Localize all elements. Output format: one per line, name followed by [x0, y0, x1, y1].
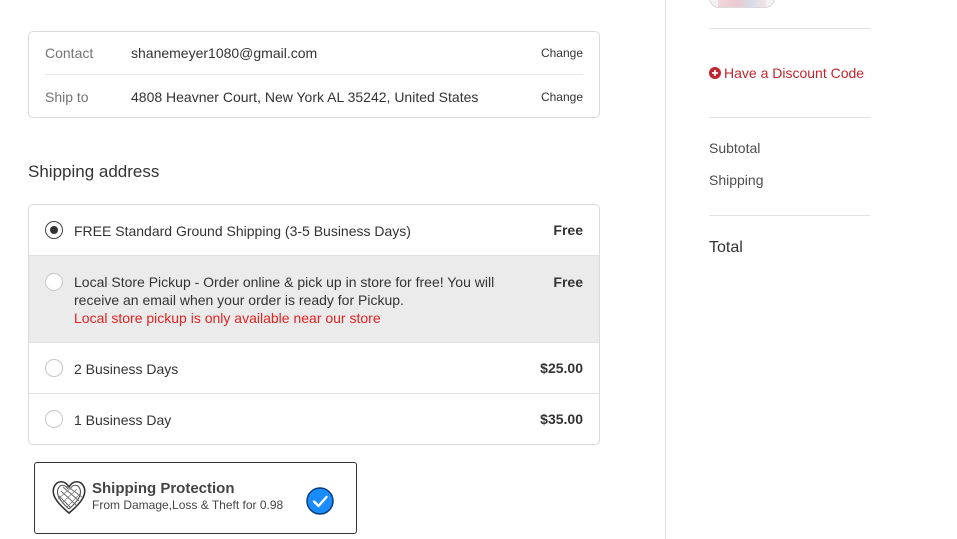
contact-label: Contact: [45, 45, 94, 61]
shipping-option-price: $25.00: [540, 360, 583, 376]
heart-shield-icon: [52, 480, 86, 515]
order-summary-sidebar: Have a Discount Code Subtotal Shipping T…: [667, 0, 957, 539]
radio[interactable]: [45, 273, 63, 291]
shipto-value: 4808 Heavner Court, New York AL 35242, U…: [131, 88, 479, 105]
review-block: Contact shanemeyer1080@gmail.com Change …: [28, 31, 600, 118]
protection-subtitle: From Damage,Loss & Theft for 0.98: [92, 498, 284, 512]
contact-row: Contact shanemeyer1080@gmail.com Change: [45, 32, 583, 75]
checkout-main: Contact shanemeyer1080@gmail.com Change …: [0, 0, 666, 539]
protection-title: Shipping Protection: [92, 480, 235, 497]
shipping-option-price: Free: [553, 222, 583, 238]
shipping-option-label: 2 Business Days: [74, 361, 179, 377]
shipping-protection-card[interactable]: Shipping Protection From Damage,Loss & T…: [34, 462, 357, 534]
radio[interactable]: [45, 359, 63, 377]
shipping-option-price: Free: [553, 274, 583, 290]
shipping-option-price: $35.00: [540, 411, 583, 427]
shipping-option-label: Local Store Pickup - Order online & pick…: [74, 273, 524, 327]
shipping-option-2day[interactable]: 2 Business Days $25.00: [29, 343, 599, 394]
contact-change-link[interactable]: Change: [541, 46, 583, 60]
shipping-option-label: 1 Business Day: [74, 412, 172, 428]
shipping-option-standard[interactable]: FREE Standard Ground Shipping (3-5 Busin…: [29, 205, 599, 256]
shipto-row: Ship to 4808 Heavner Court, New York AL …: [45, 75, 583, 118]
plus-circle-icon: [709, 67, 721, 79]
shipping-option-label: FREE Standard Ground Shipping (3-5 Busin…: [74, 223, 411, 239]
shipping-option-pickup[interactable]: Local Store Pickup - Order online & pick…: [29, 256, 599, 343]
checkmark-icon[interactable]: [306, 487, 334, 515]
pickup-note: Local store pickup is only available nea…: [74, 310, 381, 326]
radio[interactable]: [45, 410, 63, 428]
total-label: Total: [709, 239, 743, 256]
discount-code-link[interactable]: Have a Discount Code: [709, 65, 864, 81]
section-title: Shipping address: [28, 162, 160, 181]
pickup-description: Local Store Pickup - Order online & pick…: [74, 274, 495, 308]
product-image: [718, 0, 766, 7]
subtotal-label: Subtotal: [709, 140, 761, 156]
radio-selected[interactable]: [45, 221, 63, 239]
shipto-label: Ship to: [45, 88, 89, 105]
divider: [709, 28, 870, 29]
shipping-label: Shipping: [709, 172, 764, 188]
shipping-option-1day[interactable]: 1 Business Day $35.00: [29, 394, 599, 444]
shipto-change-link[interactable]: Change: [541, 90, 583, 104]
contact-value: shanemeyer1080@gmail.com: [131, 45, 318, 61]
discount-code-label: Have a Discount Code: [724, 65, 865, 81]
product-thumbnail: [709, 0, 775, 8]
divider: [709, 117, 870, 118]
divider: [709, 215, 870, 216]
shipping-methods: FREE Standard Ground Shipping (3-5 Busin…: [28, 204, 600, 445]
